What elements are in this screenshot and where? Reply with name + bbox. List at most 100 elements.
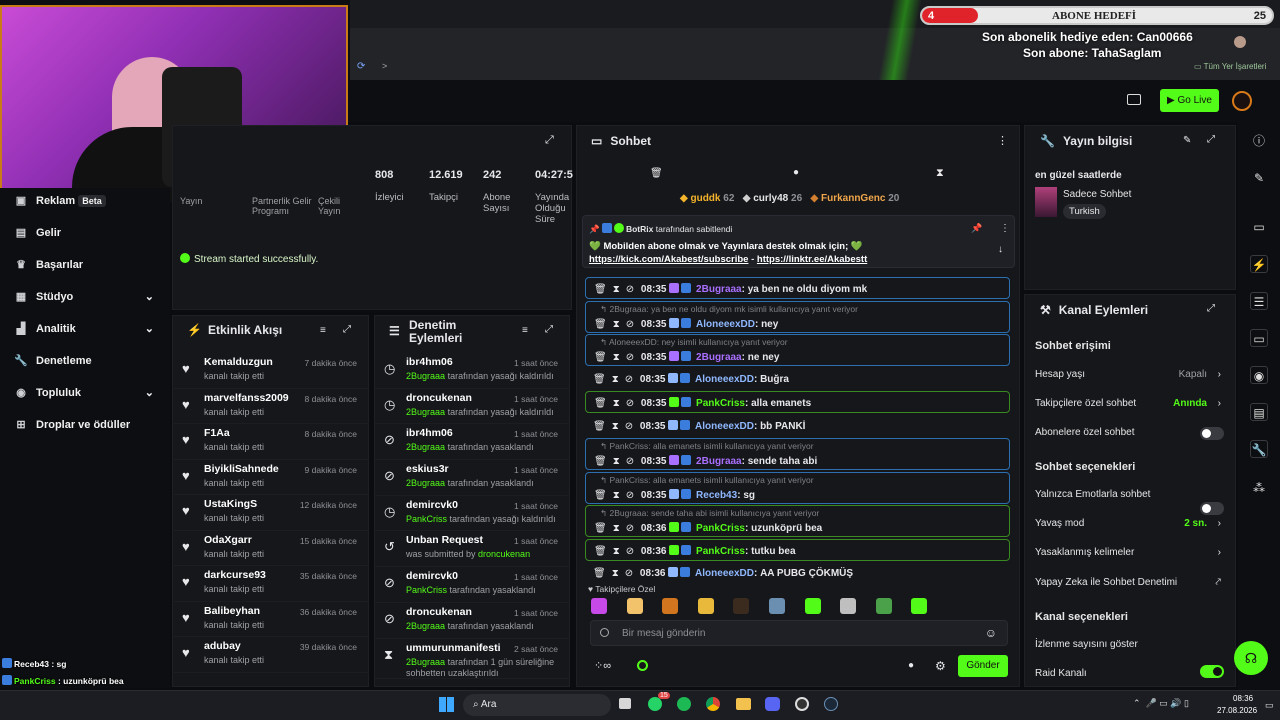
bookmarks-link[interactable]: ▭ Tüm Yer İşaretleri (1194, 62, 1266, 71)
ban-icon[interactable]: ⊘ (626, 490, 634, 501)
discord-icon[interactable] (765, 697, 780, 711)
delete-icon[interactable]: 🗑 (594, 284, 607, 295)
emote-icon[interactable] (840, 598, 857, 614)
ai-moderation-setting[interactable]: Yapay Zeka ile Sohbet Denetimi ⤤ (1035, 577, 1225, 588)
filter-icon[interactable]: ≡ (522, 325, 528, 336)
list-item[interactable]: ♥ BiyikliSahnede kanalı takip etti 9 dak… (172, 460, 369, 495)
chat-message[interactable]: 🗑 ⧗ ⊘ 08:35 PankCriss: alla emanets (585, 391, 1010, 413)
delete-icon[interactable]: 🗑 (593, 568, 606, 579)
emote-icon[interactable] (591, 598, 607, 614)
settings-icon[interactable]: ⚙ (935, 659, 946, 673)
steam-icon[interactable] (824, 697, 838, 711)
timeout-icon[interactable]: ⧗ (613, 523, 620, 534)
sidebar-item-topluluk[interactable]: ◉ Topluluk ⌄ (14, 386, 164, 406)
subs-only-toggle[interactable] (1200, 427, 1224, 440)
kick-logo-icon[interactable] (1232, 91, 1252, 111)
emote-icon[interactable] (769, 598, 785, 614)
timeout-icon[interactable]: ⧗ (613, 352, 620, 363)
users-icon[interactable]: ⁘∞ (594, 659, 611, 672)
ban-icon[interactable]: ⊘ (626, 456, 634, 467)
list-item[interactable]: ♥ OdaXgarr kanalı takip etti 15 dakika ö… (172, 531, 369, 566)
list-item[interactable]: ⊘ ibr4hm06 2Bugraaa tarafından yasakland… (374, 424, 570, 461)
message-user[interactable]: 2Bugraaa (696, 284, 742, 295)
delete-icon[interactable]: 🗑 (594, 352, 607, 363)
bolt-icon[interactable]: ⚡ (1250, 255, 1268, 273)
ban-icon[interactable]: ⊘ (625, 374, 633, 385)
chevron-right-icon[interactable]: > (382, 61, 387, 71)
list-item[interactable]: ♥ Kemalduzgun kanalı takip etti 7 dakika… (172, 353, 369, 389)
extension-icon[interactable]: ⟳ (357, 61, 365, 72)
ban-icon[interactable]: ⊘ (626, 546, 634, 557)
hourglass-icon[interactable]: ⧗ (936, 167, 944, 180)
sidebar-item-denetleme[interactable]: 🔧 Denetleme (14, 354, 164, 374)
timeout-icon[interactable]: ⧗ (613, 456, 620, 467)
message-user[interactable]: AloneeexDD (695, 421, 754, 432)
timeout-icon[interactable]: ⧗ (612, 568, 619, 579)
ban-icon[interactable]: ⊘ (625, 568, 633, 579)
chrome-icon[interactable] (706, 697, 720, 711)
more-icon[interactable]: ⋮ (997, 134, 1008, 147)
delete-icon[interactable]: 🗑 (593, 374, 606, 385)
delete-icon[interactable]: 🗑 (594, 490, 607, 501)
speech-bubble-icon[interactable]: ● (793, 167, 799, 178)
notifications-icon[interactable]: ▭ (1265, 700, 1274, 711)
emote-icon[interactable] (875, 598, 892, 614)
timeout-icon[interactable]: ⧗ (612, 374, 619, 385)
sidebar-item-analitik[interactable]: ▟ Analitik ⌄ (14, 322, 164, 342)
list-item[interactable]: ♥ adubay kanalı takip etti 39 dakika önc… (172, 637, 369, 673)
message-user[interactable]: AloneeexDD (695, 568, 754, 579)
list-item[interactable]: ♥ marvelfanss2009 kanalı takip etti 8 da… (172, 389, 369, 424)
start-icon[interactable] (439, 697, 454, 712)
ban-icon[interactable]: ⊘ (626, 319, 634, 330)
camera-icon[interactable] (1127, 94, 1141, 105)
chat-icon[interactable]: ▭ (1250, 329, 1268, 347)
delete-icon[interactable]: 🗑 (594, 523, 607, 534)
chat-bubble-icon[interactable]: ● (908, 660, 914, 671)
timeout-icon[interactable]: ⧗ (613, 546, 620, 557)
go-live-button[interactable]: ▶ Go Live (1160, 89, 1219, 112)
emote-icon[interactable] (662, 598, 679, 614)
expand-icon[interactable]: ⤢ (545, 134, 554, 147)
expand-icon[interactable]: ⤢ (343, 324, 351, 335)
expand-icon[interactable]: ⤢ (1207, 134, 1215, 145)
pinned-link[interactable]: https://linktr.ee/Akabestt (757, 254, 867, 265)
list-item[interactable]: ⊘ demircvk0 PankCriss tarafından yasakla… (374, 567, 570, 603)
delete-icon[interactable]: 🗑 (594, 398, 607, 409)
obs-icon[interactable] (795, 697, 809, 711)
timeout-icon[interactable]: ⧗ (613, 284, 620, 295)
delete-icon[interactable]: 🗑 (594, 456, 607, 467)
timeout-icon[interactable]: ⧗ (613, 398, 620, 409)
kick-emote-icon[interactable] (637, 660, 648, 671)
delete-icon[interactable]: 🗑 (594, 546, 607, 557)
dots-icon[interactable]: ⁂ (1250, 479, 1268, 497)
box-icon[interactable]: ▤ (1250, 403, 1268, 421)
info-icon[interactable]: ⓘ (1250, 132, 1268, 150)
chat-message[interactable]: 🗑 ⧗ ⊘ 08:36 PankCriss: tutku bea (585, 538, 1010, 561)
list-item[interactable]: ↺ Unban Request was submitted by droncuk… (374, 531, 570, 568)
timeout-icon[interactable]: ⧗ (613, 490, 620, 501)
emote-icon[interactable] (697, 598, 714, 614)
message-user[interactable]: AloneeexDD (695, 374, 754, 385)
emote-icon[interactable] (733, 598, 750, 614)
taskview-icon[interactable] (619, 698, 631, 709)
chat-message[interactable]: ↰ 2Bugraaa: sende taha abi isimli kullan… (585, 505, 1010, 537)
list-item[interactable]: ◷ ibr4hm06 2Bugraaa tarafından yasağı ka… (374, 353, 570, 389)
emotes-only-toggle[interactable] (1200, 502, 1224, 515)
timeout-icon[interactable]: ⧗ (613, 319, 620, 330)
ban-icon[interactable]: ⊘ (626, 284, 634, 295)
edit-icon[interactable]: ✎ (1183, 135, 1191, 146)
list-item[interactable]: ♥ darkcurse93 kanalı takip etti 35 dakik… (172, 566, 369, 602)
list-item[interactable]: ◷ demircvk0 PankCriss tarafından yasağı … (374, 496, 570, 532)
card-icon[interactable]: ▭ (1250, 218, 1268, 236)
list-item[interactable]: ⧗ ummurunmanifesti 2Bugraaa tarafından 1… (374, 639, 570, 679)
message-user[interactable]: AloneeexDD (696, 319, 755, 330)
list-item[interactable]: ♥ F1Aa kanalı takip etti 8 dakika önce (172, 424, 369, 460)
expand-icon[interactable]: ⤢ (1207, 303, 1215, 314)
chat-message[interactable]: ↰ AloneeexDD: ney isimli kullanıcıya yan… (585, 334, 1010, 366)
message-user[interactable]: PankCriss (696, 523, 745, 534)
message-user[interactable]: 2Bugraaa (696, 456, 742, 467)
emoji-icon[interactable]: ☺ (985, 626, 997, 640)
list-item[interactable]: ♥ Balibeyhan kanalı takip etti 36 dakika… (172, 602, 369, 637)
list-item[interactable]: ♥ UstaKingS kanalı takip etti 12 dakika … (172, 495, 369, 531)
sidebar-item-basarilar[interactable]: ♛ Başarılar (14, 258, 164, 278)
